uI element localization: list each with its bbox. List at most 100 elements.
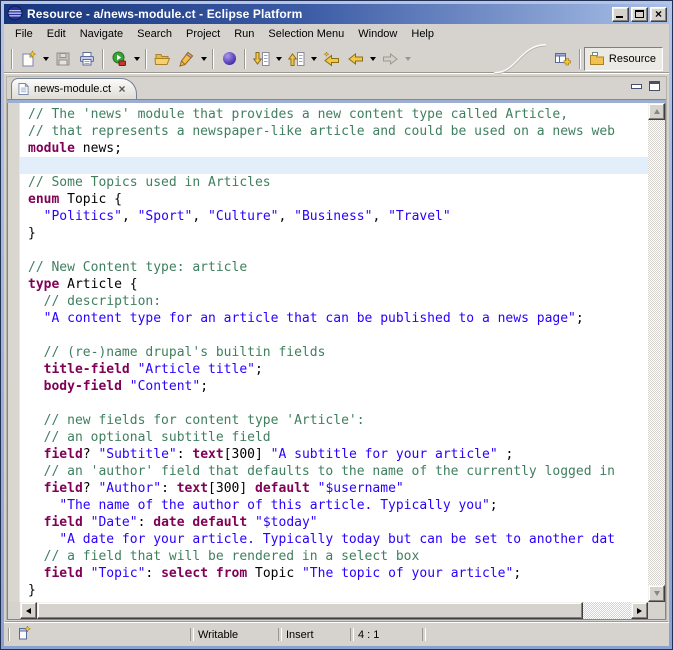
run-external-tools-icon <box>112 51 126 66</box>
code-line[interactable]: "A content type for an article that can … <box>28 310 648 327</box>
menu-help[interactable]: Help <box>404 26 441 42</box>
code-line[interactable]: "A date for your article. Typically toda… <box>28 531 648 548</box>
code-line[interactable]: field "Topic": select from Topic "The to… <box>28 565 648 582</box>
code-editor: // The 'news' module that provides a new… <box>7 103 666 620</box>
run-external-tools-dropdown[interactable] <box>131 47 142 71</box>
back-dropdown[interactable] <box>367 47 378 71</box>
previous-annotation-dropdown[interactable] <box>308 47 319 71</box>
minimize-icon[interactable] <box>612 6 629 22</box>
horizontal-scroll-thumb[interactable] <box>37 602 584 619</box>
menu-file[interactable]: File <box>8 26 40 42</box>
close-icon[interactable]: × <box>650 6 667 22</box>
resource-folder-icon <box>589 52 604 65</box>
code-line[interactable]: // New Content type: article <box>28 259 648 276</box>
toolbar-handle <box>11 48 13 69</box>
code-line[interactable]: // that represents a newspaper-like arti… <box>28 123 648 140</box>
code-line[interactable]: // an optional subtitle field <box>28 429 648 446</box>
forward-button <box>378 47 402 71</box>
maximize-icon[interactable] <box>631 6 648 22</box>
menu-search[interactable]: Search <box>130 26 179 42</box>
previous-annotation-icon <box>287 51 304 66</box>
open-folder-icon <box>153 53 170 65</box>
next-annotation-icon <box>252 51 269 66</box>
code-line[interactable]: field? "Author": text[300] default "$use… <box>28 480 648 497</box>
code-line[interactable]: // an 'author' field that defaults to th… <box>28 463 648 480</box>
workspace: news-module.ct × // The 'news' module th… <box>4 74 669 622</box>
code-line[interactable] <box>28 242 648 259</box>
code-line[interactable] <box>28 327 648 344</box>
minimize-editor-icon[interactable] <box>631 83 642 89</box>
open-perspective-button[interactable] <box>550 47 576 71</box>
eclipse-window: Resource - a/news-module.ct - Eclipse Pl… <box>0 0 673 650</box>
perspective-bar: Resource <box>550 46 665 71</box>
tab-close-icon[interactable]: × <box>116 82 128 96</box>
print-icon <box>80 51 94 65</box>
previous-annotation-button[interactable] <box>284 47 308 71</box>
annotation-ruler <box>8 103 20 602</box>
brush-dropdown[interactable] <box>198 47 209 71</box>
code-line[interactable]: "The name of the author of this article.… <box>28 497 648 514</box>
code-line[interactable]: field? "Subtitle": text[300] "A subtitle… <box>28 446 648 463</box>
next-annotation-button[interactable] <box>249 47 273 71</box>
menu-edit[interactable]: Edit <box>40 26 73 42</box>
brush-button[interactable] <box>174 47 198 71</box>
save-button <box>51 47 75 71</box>
code-lines[interactable]: // The 'news' module that provides a new… <box>20 103 648 602</box>
horizontal-scroll-track[interactable] <box>37 602 631 619</box>
editor-tab-row: news-module.ct × <box>7 77 666 99</box>
maximize-editor-icon[interactable] <box>649 81 660 91</box>
scroll-left-icon[interactable] <box>20 602 37 619</box>
menu-selection-menu[interactable]: Selection Menu <box>261 26 351 42</box>
perspective-label: Resource <box>608 52 656 65</box>
vertical-scrollbar[interactable] <box>648 103 665 602</box>
last-edit-location-button[interactable] <box>319 47 343 71</box>
code-line[interactable]: // The 'news' module that provides a new… <box>28 106 648 123</box>
sphere-button[interactable] <box>217 47 241 71</box>
open-folder-button[interactable] <box>150 47 174 71</box>
code-line[interactable]: } <box>28 225 648 242</box>
fast-view-icon[interactable] <box>16 625 32 644</box>
back-button[interactable] <box>343 47 367 71</box>
next-annotation-dropdown[interactable] <box>273 47 284 71</box>
perspective-resource-button[interactable]: Resource <box>583 46 663 71</box>
code-line[interactable]: module news; <box>28 140 648 157</box>
new-wizard-icon <box>22 50 36 67</box>
menu-run[interactable]: Run <box>227 26 261 42</box>
eclipse-logo-icon <box>7 5 23 24</box>
code-line[interactable]: "Politics", "Sport", "Culture", "Busines… <box>28 208 648 225</box>
status-writable: Writable <box>190 625 278 644</box>
new-wizard-button[interactable] <box>16 47 40 71</box>
vertical-scroll-track[interactable] <box>648 120 665 585</box>
menu-navigate[interactable]: Navigate <box>73 26 130 42</box>
scroll-right-icon[interactable] <box>631 602 648 619</box>
code-line[interactable]: body-field "Content"; <box>28 378 648 395</box>
print-button[interactable] <box>75 47 99 71</box>
code-line[interactable]: // description: <box>28 293 648 310</box>
code-line[interactable]: field "Date": date default "$today" <box>28 514 648 531</box>
code-line[interactable]: type Article { <box>28 276 648 293</box>
horizontal-scrollbar[interactable] <box>20 602 648 619</box>
scroll-up-icon[interactable] <box>648 103 665 120</box>
save-icon <box>56 52 70 65</box>
code-line[interactable]: // new fields for content type 'Article'… <box>28 412 648 429</box>
code-line[interactable]: // Some Topics used in Articles <box>28 174 648 191</box>
menu-window[interactable]: Window <box>351 26 404 42</box>
editor-tab-news-module[interactable]: news-module.ct × <box>11 78 138 99</box>
code-line[interactable]: // a field that will be rendered in a se… <box>28 548 648 565</box>
code-line[interactable]: // (re-)name drupal's builtin fields <box>28 344 648 361</box>
titlebar: Resource - a/news-module.ct - Eclipse Pl… <box>4 4 669 24</box>
new-wizard-dropdown[interactable] <box>40 47 51 71</box>
brush-icon <box>179 51 194 67</box>
menu-project[interactable]: Project <box>179 26 227 42</box>
code-line[interactable] <box>28 395 648 412</box>
code-line[interactable]: enum Topic { <box>28 191 648 208</box>
tab-label: news-module.ct <box>34 83 112 95</box>
code-line[interactable]: title-field "Article title"; <box>28 361 648 378</box>
perspective-separator <box>578 48 581 69</box>
scroll-down-icon[interactable] <box>648 585 665 602</box>
main-toolbar: Resource <box>4 43 669 74</box>
code-line[interactable]: } <box>28 582 648 599</box>
sphere-icon <box>222 52 236 65</box>
run-external-tools-button[interactable] <box>107 47 131 71</box>
code-line[interactable] <box>20 157 648 174</box>
